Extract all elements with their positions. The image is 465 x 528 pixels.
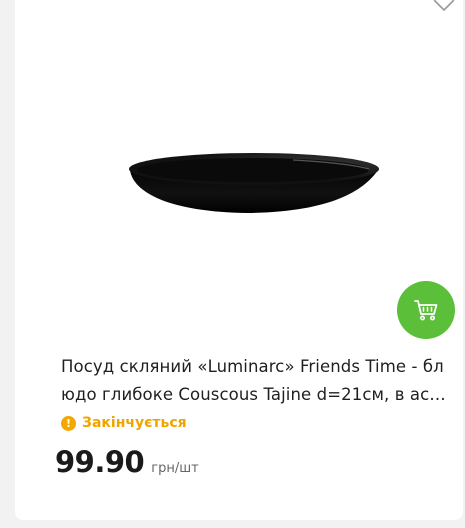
product-image[interactable] [93, 32, 403, 332]
stock-status-label: Закінчується [82, 415, 187, 431]
stock-status: ! Закінчується [61, 415, 187, 431]
price-block: 99.90 грн/шт [55, 445, 199, 479]
price-unit: грн/шт [151, 461, 199, 476]
add-to-cart-button[interactable] [397, 281, 455, 339]
price-value: 99.90 [55, 445, 145, 479]
shopping-cart-icon [414, 300, 438, 321]
product-title-link[interactable]: Посуд скляний «Luminarc» Friends Time - … [61, 353, 453, 409]
favorite-heart-icon[interactable] [432, 0, 456, 12]
product-card[interactable]: Посуд скляний «Luminarc» Friends Time - … [15, 0, 463, 520]
exclamation-circle-icon: ! [61, 415, 76, 431]
